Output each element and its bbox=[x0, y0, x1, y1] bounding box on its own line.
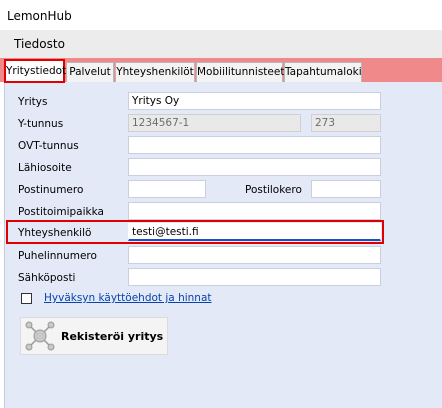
tab-tapahtumaloki[interactable]: Tapahtumaloki bbox=[284, 62, 362, 82]
yritys-input[interactable]: Yritys Oy bbox=[128, 92, 381, 110]
lahiosoite-input[interactable] bbox=[128, 158, 381, 176]
yhteyshenkilo-input[interactable]: testi@testi.fi bbox=[128, 223, 381, 241]
puhelinnumero-label: Puhelinnumero bbox=[18, 250, 97, 262]
puhelinnumero-input[interactable] bbox=[128, 246, 381, 264]
tab-mobiilitunnisteet[interactable]: Mobiilitunnisteet bbox=[196, 62, 284, 82]
yhteyshenkilo-label: Yhteyshenkilö bbox=[18, 227, 92, 239]
yritys-label: Yritys bbox=[18, 96, 48, 108]
network-nodes-icon bbox=[25, 321, 55, 351]
postitoimipaikka-label: Postitoimipaikka bbox=[18, 206, 104, 218]
sahkoposti-label: Sähköposti bbox=[18, 272, 76, 284]
ytunnus-input: 1234567-1 bbox=[128, 114, 301, 132]
sahkoposti-input[interactable] bbox=[128, 268, 381, 286]
tab-palvelut[interactable]: Palvelut bbox=[66, 62, 114, 82]
tab-yhteyshenkilot[interactable]: Yhteyshenkilöt bbox=[115, 62, 195, 82]
postilokero-input[interactable] bbox=[311, 180, 381, 198]
postinumero-input[interactable] bbox=[128, 180, 206, 198]
ovt-label: OVT-tunnus bbox=[18, 140, 79, 152]
ovt-input[interactable] bbox=[128, 136, 381, 154]
menu-bar bbox=[0, 30, 442, 58]
postitoimipaikka-input[interactable] bbox=[128, 202, 381, 220]
postinumero-label: Postinumero bbox=[18, 184, 84, 196]
menu-tiedosto[interactable]: Tiedosto bbox=[14, 37, 65, 51]
lahiosoite-label: Lähiosoite bbox=[18, 162, 72, 174]
tab-yritystiedot[interactable]: Yritystiedot bbox=[4, 59, 66, 83]
register-label: Rekisteröi yritys bbox=[61, 330, 164, 343]
ytunnus-label: Y-tunnus bbox=[18, 118, 64, 130]
window-title: LemonHub bbox=[7, 9, 72, 23]
register-company-button[interactable]: Rekisteröi yritys bbox=[20, 317, 168, 355]
terms-link[interactable]: Hyväksyn käyttöehdot ja hinnat bbox=[44, 292, 212, 304]
title-bar: LemonHub bbox=[0, 0, 442, 30]
postilokero-label: Postilokero bbox=[245, 184, 302, 196]
terms-checkbox[interactable] bbox=[21, 293, 32, 304]
ytunnus-extra-input: 273 bbox=[311, 114, 381, 132]
